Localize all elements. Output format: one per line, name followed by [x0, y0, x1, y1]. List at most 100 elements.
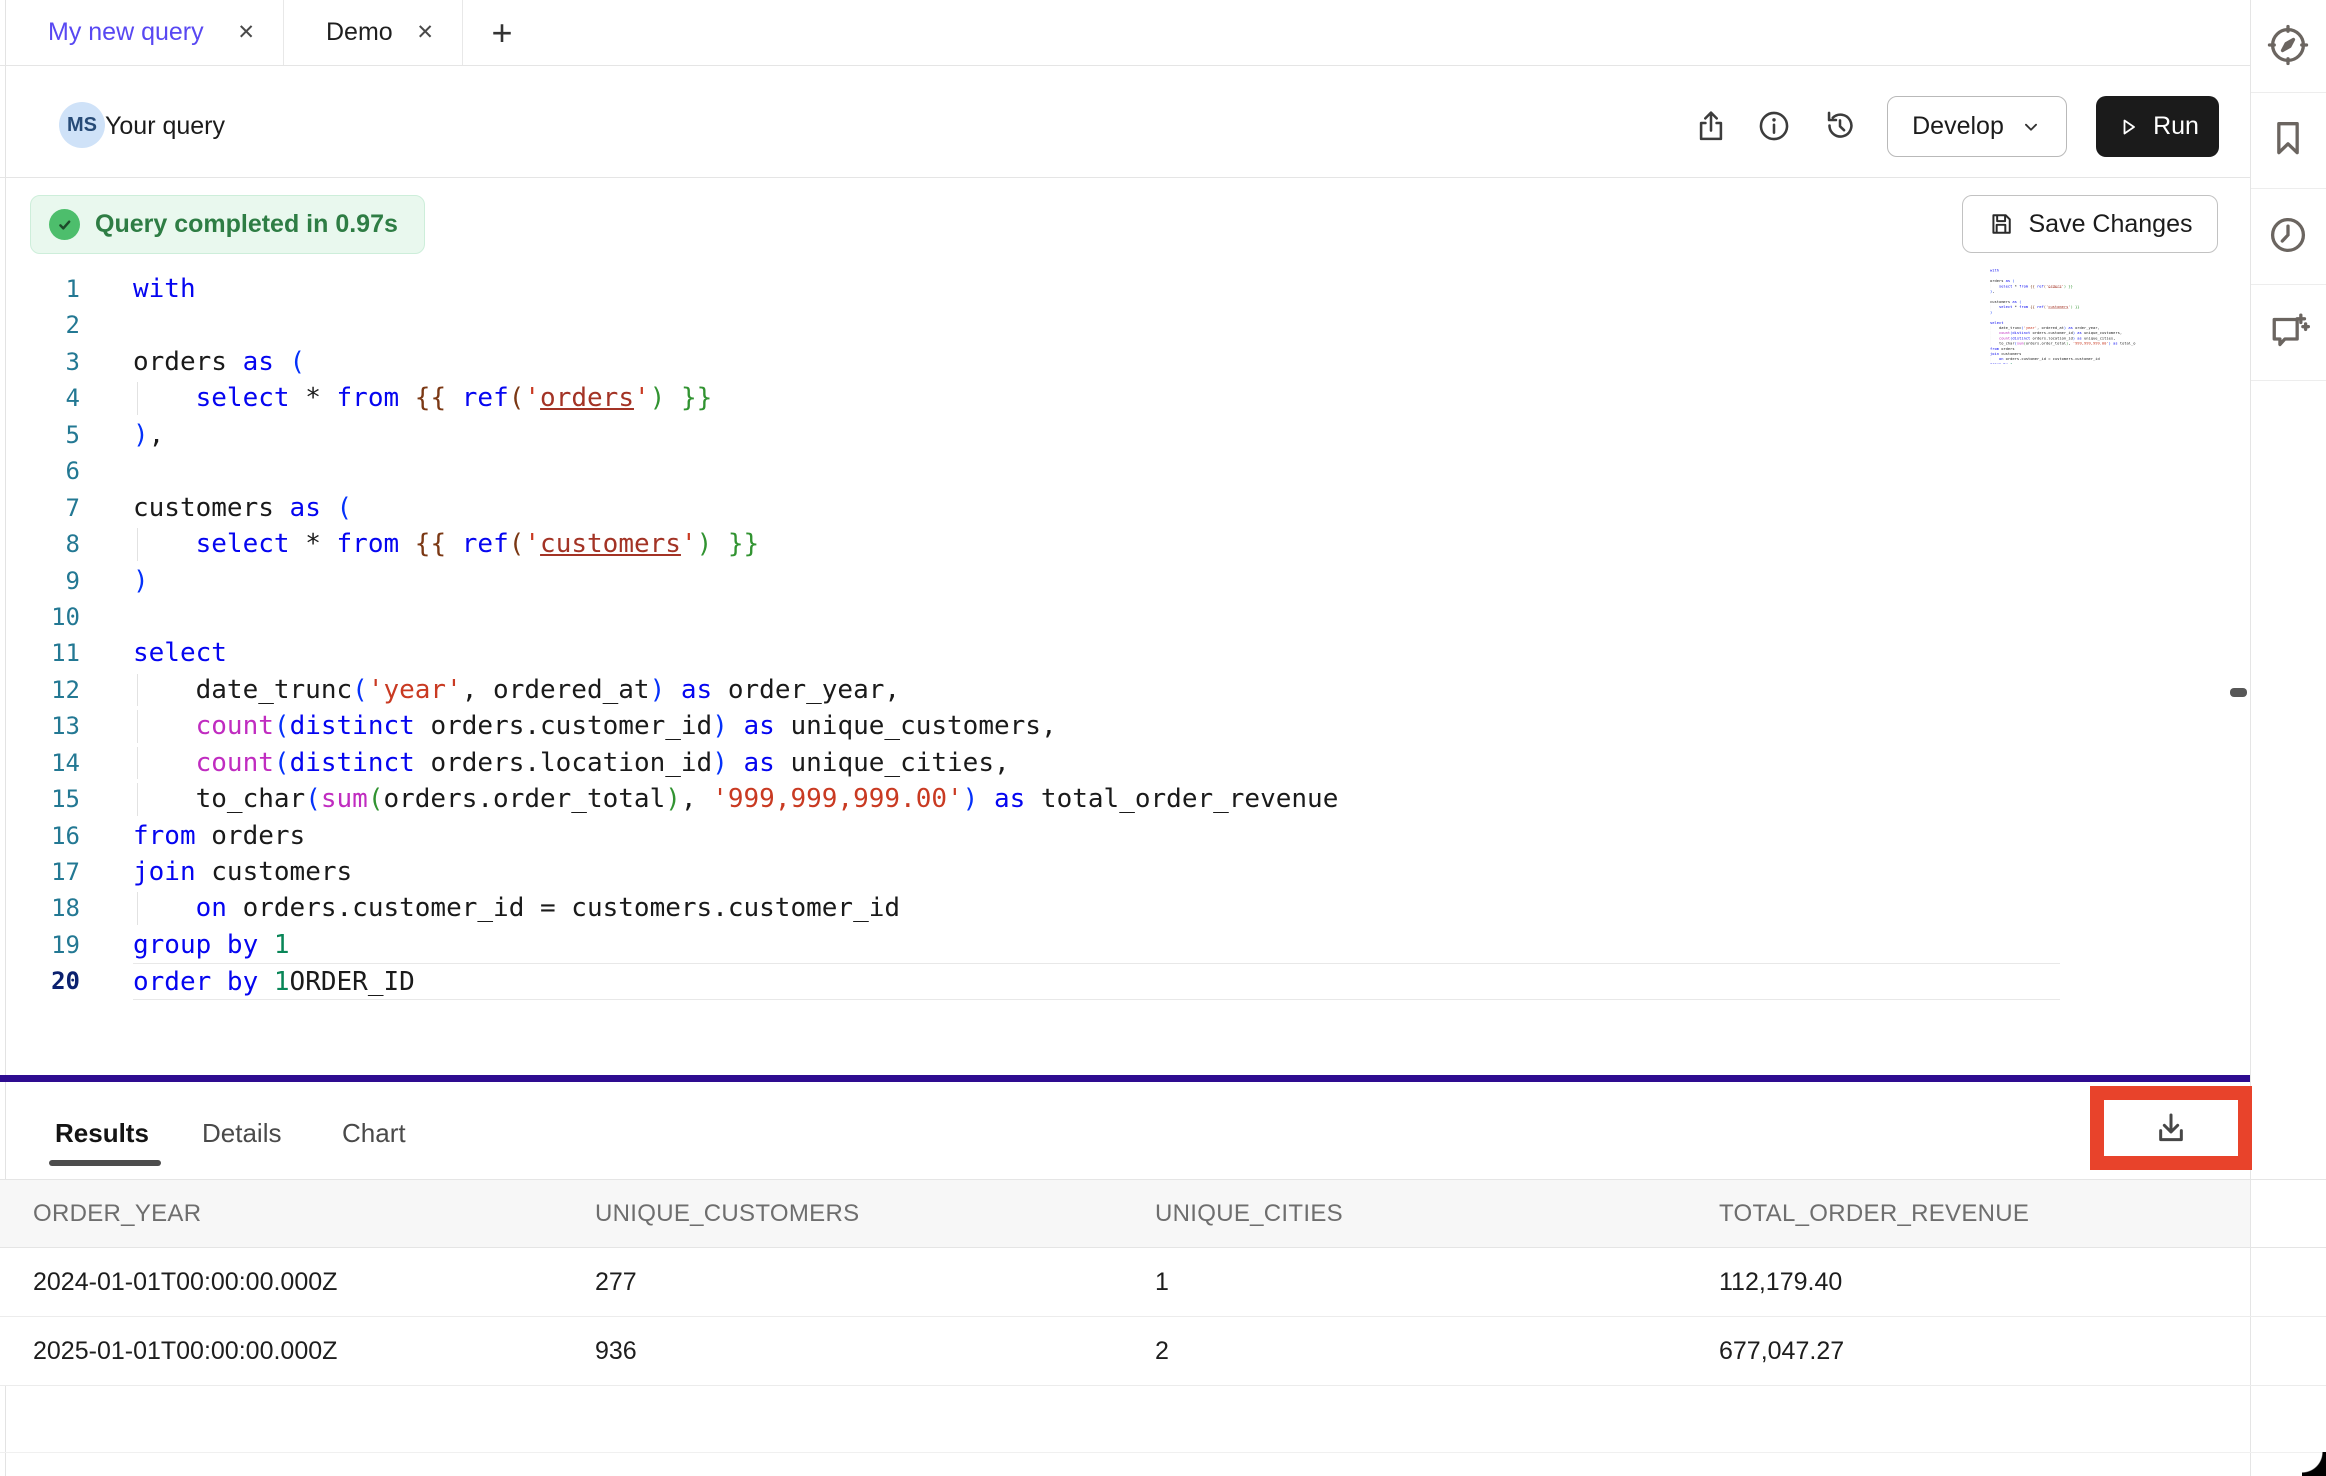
tab-demo[interactable]: Demo ✕	[284, 0, 463, 65]
code-line-7[interactable]: customers as (	[133, 490, 2060, 526]
table-cell: 2024-01-01T00:00:00.000Z	[33, 1268, 595, 1297]
table-border	[0, 1452, 2326, 1453]
code-line-1[interactable]: with	[133, 271, 2060, 307]
code-line-5[interactable]: ),	[133, 417, 2060, 453]
plus-icon: +	[491, 12, 512, 54]
table-border	[0, 1316, 2326, 1317]
code-line-11[interactable]: select	[133, 635, 2060, 671]
compass-icon[interactable]	[2266, 23, 2310, 67]
code-line-2[interactable]	[133, 307, 2060, 343]
code-line-14[interactable]: count(distinct orders.location_id) as un…	[133, 745, 2060, 781]
check-icon	[49, 209, 80, 240]
editor-line-numbers: 1234567891011121314151617181920	[0, 271, 80, 1000]
save-changes-button[interactable]: Save Changes	[1962, 195, 2218, 253]
table-cell: 1	[1155, 1268, 1719, 1297]
table-row[interactable]: 2025-01-01T00:00:00.000Z9362677,047.27	[0, 1317, 2250, 1386]
save-icon	[1987, 210, 2015, 238]
code-line-15[interactable]: to_char(sum(orders.order_total), '999,99…	[133, 781, 2060, 817]
line-number: 17	[0, 854, 80, 890]
ai-chat-icon[interactable]	[2266, 310, 2310, 354]
tab-chart[interactable]: Chart	[342, 1118, 406, 1149]
line-number: 1	[0, 271, 80, 307]
line-number: 15	[0, 781, 80, 817]
column-header[interactable]: UNIQUE_CUSTOMERS	[595, 1200, 1155, 1228]
close-icon[interactable]: ✕	[237, 20, 255, 45]
table-header-row: ORDER_YEARUNIQUE_CUSTOMERSUNIQUE_CITIEST…	[0, 1180, 2250, 1247]
code-line-12[interactable]: date_trunc('year', ordered_at) as order_…	[133, 672, 2060, 708]
run-button[interactable]: Run	[2096, 96, 2219, 157]
code-line-19[interactable]: group by 1	[1990, 362, 2011, 364]
editor-minimap[interactable]: withorders as ( select * from {{ ref('or…	[1990, 268, 2136, 364]
tab-results[interactable]: Results	[55, 1118, 149, 1149]
info-icon[interactable]	[1756, 108, 1792, 144]
code-editor[interactable]: with orders as ( select * from {{ ref('or…	[133, 271, 2060, 1000]
new-tab-button[interactable]: +	[472, 0, 532, 65]
play-icon	[2116, 115, 2140, 139]
panel-divider[interactable]	[0, 1075, 2250, 1082]
line-number: 12	[0, 672, 80, 708]
column-header[interactable]: UNIQUE_CITIES	[1155, 1200, 1719, 1228]
save-label: Save Changes	[2028, 210, 2192, 239]
line-number: 4	[0, 380, 80, 416]
code-line-4[interactable]: select * from {{ ref('orders') }}	[133, 380, 2060, 416]
sidebar-separator	[2251, 284, 2326, 285]
develop-dropdown[interactable]: Develop	[1887, 96, 2067, 157]
line-number: 5	[0, 417, 80, 453]
avatar[interactable]: MS	[59, 102, 105, 148]
tab-my-new-query[interactable]: My new query ✕	[6, 0, 284, 65]
line-number: 10	[0, 599, 80, 635]
tab-details[interactable]: Details	[202, 1118, 281, 1149]
header-border	[0, 177, 2250, 178]
code-line-16[interactable]: from orders	[133, 818, 2060, 854]
table-cell: 2	[1155, 1337, 1719, 1366]
line-number: 18	[0, 890, 80, 926]
code-line-19[interactable]: group by 1	[133, 927, 2060, 963]
history-icon[interactable]	[1822, 108, 1858, 144]
download-icon[interactable]	[2151, 1108, 2191, 1148]
code-line-20[interactable]: order by 1ORDER_ID	[133, 963, 2060, 999]
code-line-13[interactable]: count(distinct orders.customer_id) as un…	[133, 708, 2060, 744]
line-number: 11	[0, 635, 80, 671]
line-number: 19	[0, 927, 80, 963]
clock-icon[interactable]	[2266, 213, 2310, 257]
tab-label: My new query	[48, 18, 204, 47]
table-row[interactable]: 2024-01-01T00:00:00.000Z2771112,179.40	[0, 1248, 2250, 1317]
bookmark-icon[interactable]	[2266, 116, 2310, 160]
line-number: 9	[0, 563, 80, 599]
sidebar-separator	[2251, 92, 2326, 93]
share-icon[interactable]	[1693, 108, 1729, 144]
code-line-10[interactable]	[133, 599, 2060, 635]
code-line-6[interactable]	[133, 453, 2060, 489]
code-line-8[interactable]: select * from {{ ref('customers') }}	[133, 526, 2060, 562]
editor-scrollbar-marker[interactable]	[2230, 688, 2247, 697]
close-icon[interactable]: ✕	[416, 20, 434, 45]
table-cell: 677,047.27	[1719, 1337, 2250, 1366]
code-line-9[interactable]: )	[133, 563, 2060, 599]
sidebar-separator	[2251, 188, 2326, 189]
develop-label: Develop	[1912, 112, 2004, 141]
query-ide-window: My new query ✕ Demo ✕ + MS Your query De…	[0, 0, 2326, 1476]
line-number: 2	[0, 307, 80, 343]
line-number: 6	[0, 453, 80, 489]
line-number: 14	[0, 745, 80, 781]
column-header[interactable]: TOTAL_ORDER_REVENUE	[1719, 1200, 2250, 1228]
chevron-down-icon	[2020, 116, 2042, 138]
code-line-17[interactable]: join customers	[133, 854, 2060, 890]
line-number: 16	[0, 818, 80, 854]
active-tab-underline	[49, 1160, 161, 1166]
table-cell: 112,179.40	[1719, 1268, 2250, 1297]
code-line-3[interactable]: orders as (	[133, 344, 2060, 380]
line-number: 13	[0, 708, 80, 744]
column-header[interactable]: ORDER_YEAR	[33, 1200, 595, 1228]
table-cell: 2025-01-01T00:00:00.000Z	[33, 1337, 595, 1366]
screen-corner	[2302, 1452, 2326, 1476]
line-number: 8	[0, 526, 80, 562]
run-label: Run	[2153, 112, 2199, 141]
status-text: Query completed in 0.97s	[95, 210, 398, 239]
table-cell: 277	[595, 1268, 1155, 1297]
tab-label: Demo	[326, 18, 393, 47]
code-line-18[interactable]: on orders.customer_id = customers.custom…	[133, 890, 2060, 926]
tabbar-border	[0, 65, 2250, 66]
table-border	[0, 1385, 2326, 1386]
sidebar-separator	[2251, 380, 2326, 381]
